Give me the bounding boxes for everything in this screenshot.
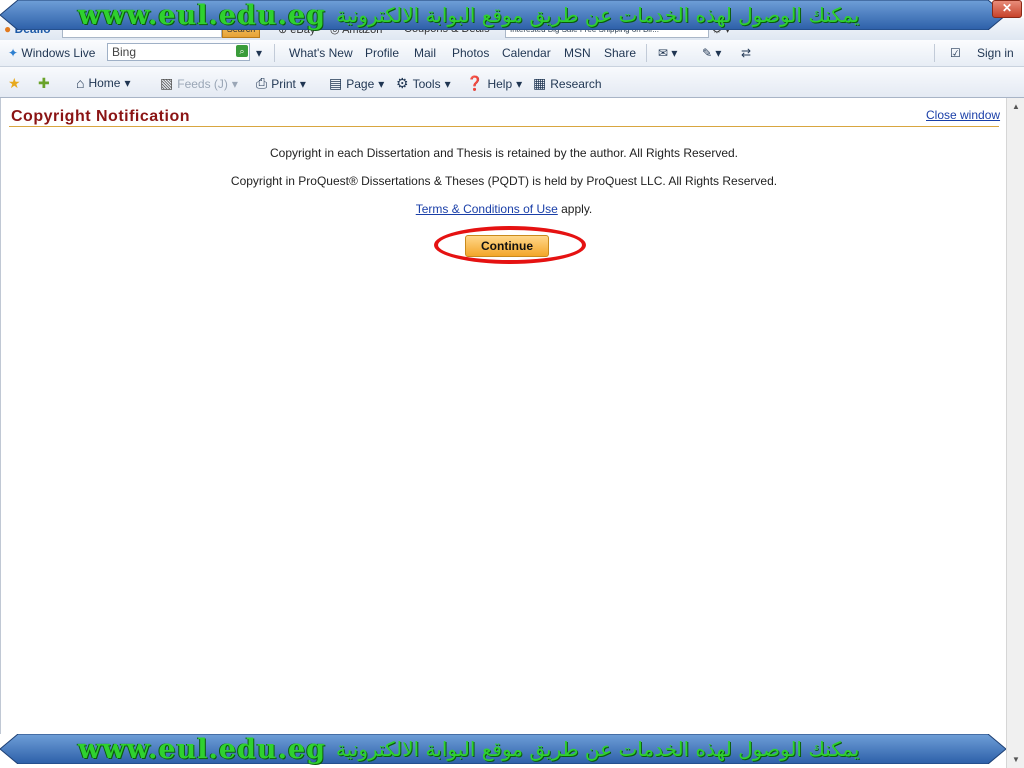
- tools-menu[interactable]: ⚙ Tools ▾: [396, 75, 451, 92]
- research-icon: ▦: [533, 75, 547, 91]
- window-close-button[interactable]: ✕: [992, 0, 1022, 18]
- print-button[interactable]: ⎙ Print ▾: [256, 75, 306, 92]
- copyright-line-proquest: Copyright in ProQuest® Dissertations & T…: [230, 174, 778, 188]
- favorites-star-icon[interactable]: ★: [8, 75, 21, 92]
- gear-icon: ⚙: [396, 75, 409, 91]
- research-button[interactable]: ▦ Research: [533, 75, 602, 92]
- mail-envelope-icon[interactable]: ✉ ▾: [658, 46, 677, 60]
- ie-command-bar: ★ ✚ ⌂ Home ▾ ▧ Feeds (J) ▾ ⎙ Print ▾ ▤ Page …: [0, 67, 1024, 98]
- banner-url: www.eul.edu.eg: [78, 733, 327, 765]
- windows-live-flag-icon: ✦: [8, 46, 19, 60]
- rss-feed-icon: ▧: [160, 75, 174, 91]
- search-dropdown-icon[interactable]: ▾: [256, 46, 262, 60]
- live-link-msn[interactable]: MSN: [564, 46, 591, 60]
- home-dropdown-icon[interactable]: ▾: [124, 76, 130, 90]
- live-link-calendar[interactable]: Calendar: [502, 46, 551, 60]
- terms-suffix: apply.: [557, 202, 593, 216]
- terms-line: Terms & Conditions of Use apply.: [1, 202, 1007, 216]
- banner-url: www.eul.edu.eg: [78, 0, 327, 31]
- vertical-scrollbar[interactable]: ▲ ▼: [1006, 98, 1024, 768]
- translate-icon[interactable]: ⇄: [741, 46, 751, 60]
- banner-arabic-text: يمكنك الوصول لهذه الخدمات عن طريق موقع ا…: [336, 737, 860, 761]
- sign-in-checkbox-icon[interactable]: ☑: [950, 46, 961, 60]
- page-menu[interactable]: ▤ Page ▾: [329, 75, 384, 92]
- scroll-up-icon[interactable]: ▲: [1012, 102, 1020, 111]
- live-link-whats-new[interactable]: What's New: [289, 46, 353, 60]
- live-link-mail[interactable]: Mail: [414, 46, 436, 60]
- windows-live-toolbar: ✦ Windows Live Bing ⌕ ▾ What's New Profi…: [0, 40, 1024, 67]
- feeds-button[interactable]: ▧ Feeds (J) ▾: [160, 75, 238, 92]
- home-button[interactable]: ⌂ Home ▾: [76, 75, 131, 91]
- windows-live-brand[interactable]: ✦ Windows Live: [8, 46, 95, 60]
- blog-icon[interactable]: ✎ ▾: [702, 46, 721, 60]
- scroll-down-icon[interactable]: ▼: [1012, 755, 1020, 764]
- live-link-share[interactable]: Share: [604, 46, 636, 60]
- add-favorites-icon[interactable]: ✚: [38, 75, 50, 92]
- home-icon: ⌂: [76, 75, 85, 91]
- banner-arabic-text: يمكنك الوصول لهذه الخدمات عن طريق موقع ا…: [336, 3, 860, 27]
- title-divider: [9, 126, 999, 127]
- help-icon: ❓: [466, 75, 484, 91]
- promo-banner-top: www.eul.edu.eg يمكنك الوصول لهذه الخدمات…: [0, 0, 1006, 31]
- live-link-profile[interactable]: Profile: [365, 46, 399, 60]
- highlight-ring-annotation: [434, 226, 586, 264]
- page-icon: ▤: [329, 75, 343, 91]
- search-go-icon[interactable]: ⌕: [236, 45, 248, 57]
- bing-search-input[interactable]: Bing: [107, 43, 250, 61]
- page-content: Copyright Notification Close window Copy…: [0, 98, 1007, 734]
- terms-conditions-link[interactable]: Terms & Conditions of Use: [416, 202, 558, 216]
- printer-icon: ⎙: [256, 75, 268, 91]
- copyright-line-author: Copyright in each Dissertation and Thesi…: [269, 146, 739, 160]
- sign-in-link[interactable]: Sign in: [977, 46, 1014, 60]
- page-title: Copyright Notification: [11, 108, 190, 125]
- help-menu[interactable]: ❓ Help ▾: [466, 75, 522, 92]
- live-link-photos[interactable]: Photos: [452, 46, 489, 60]
- promo-banner-bottom: www.eul.edu.eg يمكنك الوصول لهذه الخدمات…: [0, 733, 1006, 765]
- close-window-link[interactable]: Close window: [926, 108, 1000, 122]
